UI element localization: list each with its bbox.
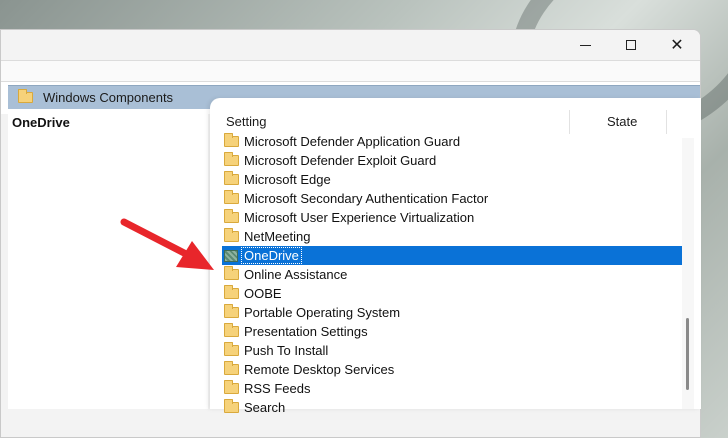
folder-icon bbox=[224, 190, 239, 204]
policy-icon bbox=[224, 249, 238, 262]
folder-icon bbox=[224, 152, 239, 166]
folder-icon bbox=[224, 209, 239, 223]
vertical-scrollbar[interactable] bbox=[682, 138, 694, 409]
title-bar[interactable]: ✕ bbox=[1, 30, 700, 60]
settings-list: Microsoft Defender Application Guard Mic… bbox=[210, 132, 682, 417]
list-item-label: Remote Desktop Services bbox=[244, 362, 395, 377]
column-header-setting[interactable]: Setting bbox=[226, 114, 266, 129]
folder-icon bbox=[224, 361, 239, 375]
left-pane-title: OneDrive bbox=[12, 115, 70, 130]
annotation-arrow-icon bbox=[120, 218, 214, 270]
list-item-label: Microsoft User Experience Virtualization bbox=[244, 210, 475, 225]
folder-icon bbox=[224, 304, 239, 318]
list-item-label: OOBE bbox=[244, 286, 282, 301]
list-item-selected[interactable]: OneDrive bbox=[222, 246, 682, 265]
list-item-label: Portable Operating System bbox=[244, 305, 401, 320]
column-header-state[interactable]: State bbox=[607, 114, 637, 129]
folder-icon bbox=[224, 228, 239, 242]
list-item[interactable]: Microsoft Defender Application Guard bbox=[210, 132, 682, 151]
list-item-label: NetMeeting bbox=[244, 229, 311, 244]
close-button[interactable]: ✕ bbox=[654, 30, 700, 60]
minimize-icon bbox=[579, 44, 591, 46]
list-item-label: Online Assistance bbox=[244, 267, 348, 282]
toolbar bbox=[1, 60, 700, 82]
folder-icon bbox=[224, 133, 239, 147]
list-item[interactable]: Microsoft Defender Exploit Guard bbox=[210, 151, 682, 170]
list-item-label: Presentation Settings bbox=[244, 324, 368, 339]
list-item-label: OneDrive bbox=[241, 247, 302, 264]
folder-icon bbox=[224, 171, 239, 185]
path-bar-label: Windows Components bbox=[43, 90, 174, 105]
list-item[interactable]: Online Assistance bbox=[210, 265, 682, 284]
list-item-label: Microsoft Secondary Authentication Facto… bbox=[244, 191, 489, 206]
list-item[interactable]: Microsoft Secondary Authentication Facto… bbox=[210, 189, 682, 208]
maximize-icon bbox=[626, 40, 636, 50]
column-header: Setting State bbox=[210, 110, 682, 134]
list-item[interactable]: Push To Install bbox=[210, 341, 682, 360]
list-item[interactable]: Microsoft User Experience Virtualization bbox=[210, 208, 682, 227]
list-item[interactable]: Presentation Settings bbox=[210, 322, 682, 341]
folder-icon bbox=[224, 266, 239, 280]
folder-icon bbox=[224, 323, 239, 337]
list-item[interactable]: OOBE bbox=[210, 284, 682, 303]
scrollbar-thumb[interactable] bbox=[686, 318, 689, 390]
maximize-button[interactable] bbox=[608, 30, 654, 60]
close-icon: ✕ bbox=[670, 37, 684, 54]
list-item[interactable]: Microsoft Edge bbox=[210, 170, 682, 189]
list-item-label: Microsoft Defender Exploit Guard bbox=[244, 153, 437, 168]
list-item-label: RSS Feeds bbox=[244, 381, 311, 396]
folder-icon bbox=[224, 342, 239, 356]
column-divider[interactable] bbox=[666, 110, 667, 134]
list-item-label: Search bbox=[244, 400, 286, 415]
list-item-label: Microsoft Edge bbox=[244, 172, 331, 187]
list-item[interactable]: Remote Desktop Services bbox=[210, 360, 682, 379]
folder-icon bbox=[224, 380, 239, 394]
list-item-label: Microsoft Defender Application Guard bbox=[244, 134, 461, 149]
column-divider[interactable] bbox=[569, 110, 570, 134]
list-item[interactable]: NetMeeting bbox=[210, 227, 682, 246]
list-item[interactable]: RSS Feeds bbox=[210, 379, 682, 398]
minimize-button[interactable] bbox=[562, 30, 608, 60]
folder-icon bbox=[18, 89, 33, 103]
settings-pane: Setting State Microsoft Defender Applica… bbox=[210, 98, 701, 415]
folder-icon bbox=[224, 285, 239, 299]
list-item[interactable]: Portable Operating System bbox=[210, 303, 682, 322]
list-item[interactable]: Search bbox=[210, 398, 682, 417]
list-item-label: Push To Install bbox=[244, 343, 329, 358]
folder-icon bbox=[224, 399, 239, 413]
